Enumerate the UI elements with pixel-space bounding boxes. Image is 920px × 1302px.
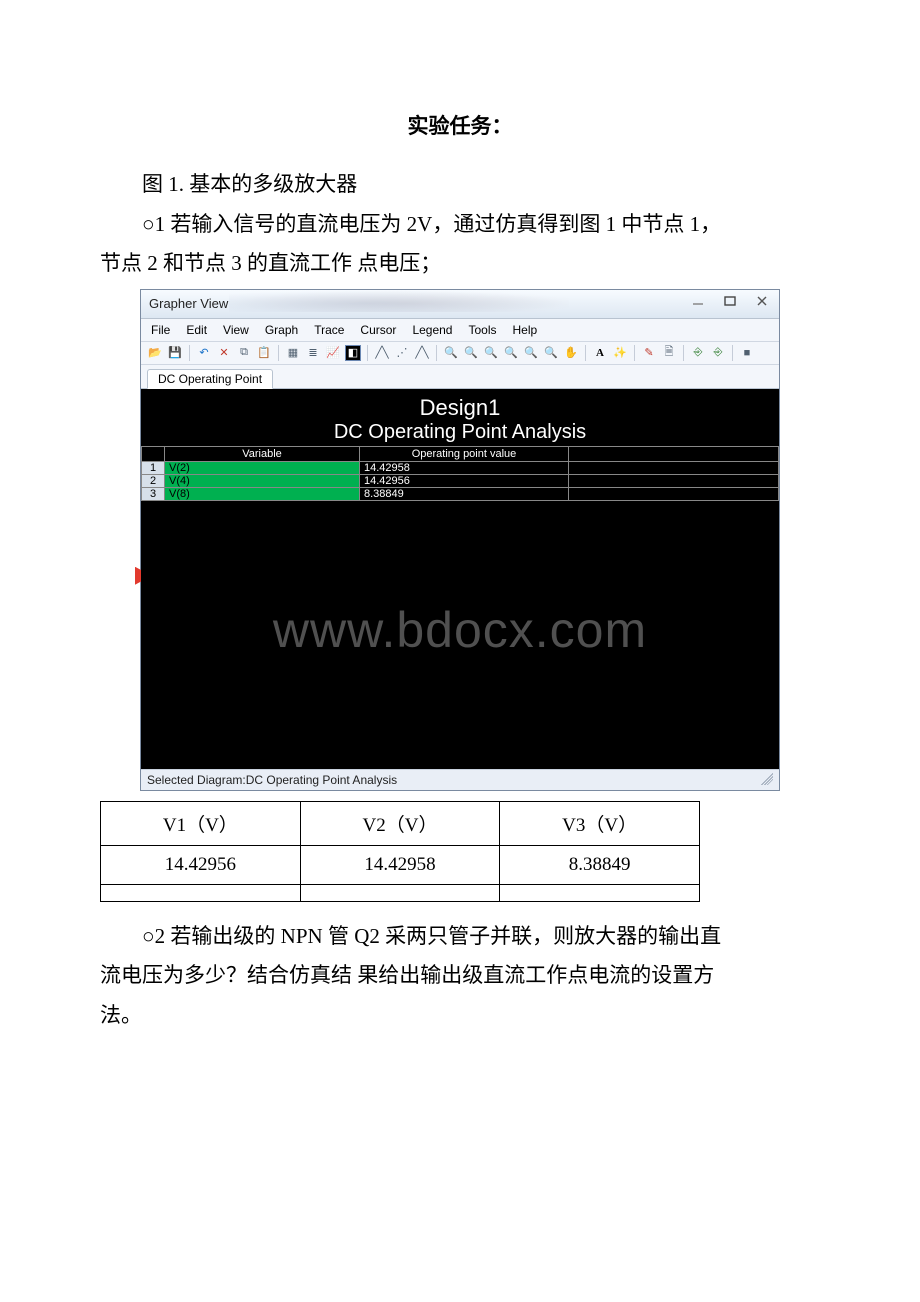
zoom-y-icon[interactable]: 🔍: [523, 345, 539, 361]
menu-legend[interactable]: Legend: [408, 321, 456, 339]
paste-icon[interactable]: 📋: [256, 345, 272, 361]
cell-value: [500, 884, 700, 901]
window-title: Grapher View: [149, 296, 228, 311]
doc-icon[interactable]: 🗎: [661, 345, 677, 361]
chart-icon[interactable]: 📈: [325, 345, 341, 361]
toolbar-separator: [732, 345, 733, 361]
row-number: 1: [142, 461, 165, 474]
ruler-icon[interactable]: ✎: [641, 345, 657, 361]
close-button[interactable]: [751, 293, 773, 309]
toolbar: 📂 💾 ↶ ✕ ⧉ 📋 ▦ ≣ 📈 ◧ ╱╲ ⋰ ╱╲ 🔍 🔍 🔍: [141, 342, 779, 365]
delete-icon[interactable]: ✕: [216, 345, 232, 361]
menu-trace[interactable]: Trace: [310, 321, 348, 339]
cell-variable: V(2): [165, 461, 360, 474]
menu-view[interactable]: View: [219, 321, 253, 339]
status-bar: Selected Diagram:DC Operating Point Anal…: [141, 769, 779, 790]
cell-value: 14.42958: [300, 845, 500, 884]
paragraph-q2-line2: 流电压为多少？结合仿真结 果给出输出级直流工作点电流的设置方: [100, 959, 820, 993]
cell-value: 14.42958: [360, 461, 569, 474]
menu-graph[interactable]: Graph: [261, 321, 302, 339]
paragraph-q2-line3: 法。: [100, 999, 820, 1033]
chart-title: Design1: [141, 389, 779, 421]
cell-value: 8.38849: [500, 845, 700, 884]
table-row: 2 V(4) 14.42956: [142, 474, 779, 487]
menu-edit[interactable]: Edit: [182, 321, 211, 339]
table-row: 3 V(8) 8.38849: [142, 487, 779, 500]
resize-grip[interactable]: [761, 773, 773, 785]
table-row: 1 V(2) 14.42958: [142, 461, 779, 474]
graph-area: Design1 DC Operating Point Analysis Vari…: [141, 389, 779, 769]
cell-value: 8.38849: [360, 487, 569, 500]
column-header-value: Operating point value: [360, 446, 569, 461]
status-text: Selected Diagram:DC Operating Point Anal…: [147, 773, 397, 787]
minimize-button[interactable]: [687, 293, 709, 309]
grid-icon[interactable]: ▦: [285, 345, 301, 361]
toolbar-separator: [634, 345, 635, 361]
open-icon[interactable]: 📂: [147, 345, 163, 361]
heading: 实验任务：: [100, 110, 820, 140]
undo-icon[interactable]: ↶: [196, 345, 212, 361]
cell-value: 14.42956: [101, 845, 301, 884]
zoom-fit-icon[interactable]: 🔍: [543, 345, 559, 361]
cursor-icon[interactable]: ╱╲: [374, 345, 390, 361]
results-header: V2（V）: [300, 801, 500, 845]
cell-variable: V(8): [165, 487, 360, 500]
dc-table: Variable Operating point value 1 V(2) 14…: [141, 446, 779, 501]
menu-file[interactable]: File: [147, 321, 174, 339]
wand-icon[interactable]: ✨: [612, 345, 628, 361]
menu-bar: File Edit View Graph Trace Cursor Legend…: [141, 319, 779, 342]
results-table: V1（V） V2（V） V3（V） 14.42956 14.42958 8.38…: [100, 801, 700, 902]
menu-cursor[interactable]: Cursor: [356, 321, 400, 339]
screenshot-window: Grapher View File Edit View Gr: [140, 289, 780, 791]
toolbar-separator: [585, 345, 586, 361]
window-titlebar[interactable]: Grapher View: [141, 290, 779, 319]
list-icon[interactable]: ≣: [305, 345, 321, 361]
hand-icon[interactable]: ✋: [563, 345, 579, 361]
save-icon[interactable]: 💾: [167, 345, 183, 361]
paragraph-q1-line1: ○1 若输入信号的直流电压为 2V，通过仿真得到图 1 中节点 1，: [100, 208, 820, 242]
toolbar-separator: [278, 345, 279, 361]
text-icon[interactable]: A: [592, 345, 608, 361]
column-header-variable: Variable: [165, 446, 360, 461]
cursor-icon[interactable]: ╱╲: [414, 345, 430, 361]
figure-caption: 图 1. 基本的多级放大器: [100, 168, 820, 202]
watermark: www.bdocx.com: [141, 601, 779, 659]
tab-strip: DC Operating Point: [141, 365, 779, 389]
toolbar-separator: [367, 345, 368, 361]
stop-icon[interactable]: ■: [739, 345, 755, 361]
results-header: V1（V）: [101, 801, 301, 845]
toolbar-separator: [189, 345, 190, 361]
copy-icon[interactable]: ⧉: [236, 345, 252, 361]
cell-variable: V(4): [165, 474, 360, 487]
cell-value: [300, 884, 500, 901]
results-header: V3（V）: [500, 801, 700, 845]
toolbar-separator: [683, 345, 684, 361]
row-number: 2: [142, 474, 165, 487]
cell-value: [101, 884, 301, 901]
cursor-icon[interactable]: ⋰: [394, 345, 410, 361]
decorative-smudge: [229, 290, 569, 312]
invert-icon[interactable]: ◧: [345, 345, 361, 361]
menu-tools[interactable]: Tools: [464, 321, 500, 339]
tab-dc-operating-point[interactable]: DC Operating Point: [147, 369, 273, 389]
export-icon[interactable]: ⎆: [710, 345, 726, 361]
zoom-in-icon[interactable]: 🔍: [443, 345, 459, 361]
zoom-out-icon[interactable]: 🔍: [463, 345, 479, 361]
zoom-x-icon[interactable]: 🔍: [503, 345, 519, 361]
paragraph-q2-line1: ○2 若输出级的 NPN 管 Q2 采两只管子并联，则放大器的输出直: [100, 920, 820, 954]
export-icon[interactable]: ⎆: [690, 345, 706, 361]
zoom-region-icon[interactable]: 🔍: [483, 345, 499, 361]
cell-value: 14.42956: [360, 474, 569, 487]
maximize-button[interactable]: [719, 293, 741, 309]
row-number: 3: [142, 487, 165, 500]
paragraph-q1-line2: 节点 2 和节点 3 的直流工作 点电压；: [100, 247, 820, 281]
toolbar-separator: [436, 345, 437, 361]
menu-help[interactable]: Help: [509, 321, 542, 339]
chart-subtitle: DC Operating Point Analysis: [141, 421, 779, 446]
table-row: [101, 884, 700, 901]
table-row: 14.42956 14.42958 8.38849: [101, 845, 700, 884]
